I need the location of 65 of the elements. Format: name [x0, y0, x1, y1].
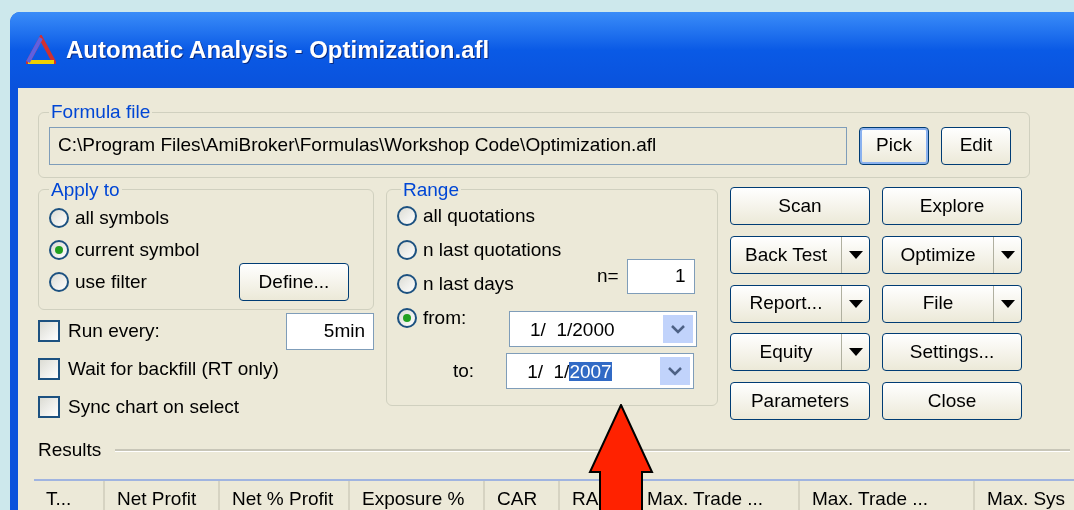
results-label: Results [38, 438, 102, 462]
radio-button[interactable] [397, 308, 417, 328]
action-button[interactable]: Explore [882, 187, 1022, 225]
split-button[interactable]: Equity [730, 333, 870, 372]
caret-icon [848, 348, 863, 357]
triangle-logo-icon [26, 35, 56, 65]
selected-text: 2007 [569, 361, 612, 381]
split-button[interactable]: Optimize [882, 235, 1022, 274]
radio-label: use filter [75, 269, 147, 294]
column-header[interactable]: Net Profit [105, 480, 220, 510]
radio-button[interactable] [397, 206, 417, 226]
column-header[interactable]: Net % Profit [220, 480, 350, 510]
checkbox[interactable] [38, 320, 60, 342]
checkbox-label: Sync chart on select [68, 394, 241, 419]
radio-button[interactable] [397, 274, 417, 294]
checkbox[interactable] [38, 396, 60, 418]
checkbox[interactable] [38, 358, 60, 380]
date-text: 1/ 1/ [527, 361, 570, 381]
to-date-field[interactable]: 1/ 1/2007 [506, 353, 695, 389]
column-header[interactable]: Exposure % [350, 480, 485, 510]
split-button[interactable]: File [882, 284, 1022, 323]
radio-button[interactable] [49, 240, 69, 260]
formula-path-field[interactable]: C:\Program Files\AmiBroker\Formulas\Workshop Code\Optimization.afl [49, 126, 847, 165]
split-button[interactable]: Report... [730, 284, 870, 323]
radio-label: all symbols [75, 205, 169, 230]
radio-label: all quotations [423, 203, 535, 228]
column-header[interactable]: CAR [485, 480, 560, 510]
radio-button[interactable] [49, 272, 69, 292]
action-button[interactable]: Close [882, 382, 1022, 421]
from-date-field[interactable]: 1/ 1/2000 [509, 311, 697, 347]
define-button[interactable]: Define... [239, 263, 349, 301]
radio-button[interactable] [397, 240, 417, 260]
split-button[interactable]: Back Test [730, 235, 870, 274]
to-label: to: [453, 358, 475, 383]
action-button[interactable]: Settings... [882, 333, 1022, 372]
checkbox-label: Wait for backfill (RT only) [68, 356, 280, 381]
action-button[interactable]: Parameters [730, 382, 870, 421]
radio-button[interactable] [49, 208, 69, 228]
edit-button[interactable]: Edit [941, 126, 1011, 165]
chevron-down-icon [668, 366, 683, 376]
chevron-down-icon [671, 324, 685, 334]
caret-icon [1000, 299, 1015, 308]
pick-button[interactable]: Pick [859, 126, 929, 165]
group-label: Range [402, 180, 460, 199]
window-title: Automatic Analysis - Optimization.afl [66, 35, 490, 65]
checkbox-label: Run every: [68, 318, 161, 343]
dropdown-button[interactable] [663, 315, 693, 343]
column-header[interactable]: Max. Sys [975, 480, 1074, 510]
caret-icon [848, 250, 863, 259]
interval-field[interactable]: 5min [286, 312, 374, 350]
group-label: Formula file [50, 100, 152, 124]
action-button[interactable]: Scan [730, 187, 870, 225]
date-text: 1/ 1/2000 [530, 319, 615, 339]
dropdown-button[interactable] [660, 357, 691, 385]
column-header[interactable]: T... [34, 480, 105, 510]
radio-label: current symbol [75, 237, 200, 262]
group-label: Apply to [50, 180, 121, 199]
n-field[interactable]: 1 [626, 259, 695, 294]
radio-label: from: [423, 305, 467, 330]
caret-icon [1000, 250, 1015, 259]
column-header[interactable]: Max. Trade ... [800, 480, 975, 510]
n-label: n= [597, 264, 619, 289]
radio-label: n last days [423, 271, 514, 296]
radio-label: n last quotations [423, 237, 562, 262]
caret-icon [848, 299, 863, 308]
